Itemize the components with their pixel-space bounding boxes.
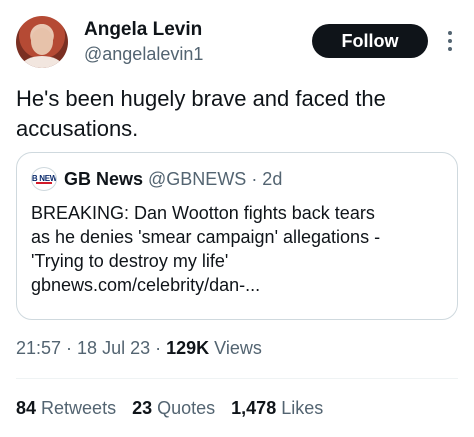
avatar[interactable] <box>16 16 68 68</box>
tweet-date[interactable]: 18 Jul 23 <box>77 338 150 358</box>
quoted-text-line: as he denies 'smear campaign' allegation… <box>31 227 381 247</box>
separator: · <box>61 338 78 358</box>
quoted-tweet-header: GB NEWS GB News @GBNEWS · 2d <box>31 167 282 191</box>
quoted-link[interactable]: gbnews.com/celebrity/dan-... <box>31 273 447 297</box>
tweet-header: Angela Levin @angelalevin1 Follow <box>16 16 458 72</box>
author-display-name[interactable]: Angela Levin <box>84 19 203 41</box>
dot <box>448 39 452 43</box>
more-options-icon[interactable] <box>442 28 458 54</box>
avatar-shoulders <box>22 56 62 68</box>
quotes-stat[interactable]: 23 Quotes <box>132 398 215 419</box>
tweet-text: He's been hugely brave and faced the acc… <box>16 86 386 141</box>
quoted-handle: @GBNEWS <box>148 168 247 189</box>
quotes-count: 23 <box>132 398 153 418</box>
follow-button[interactable]: Follow <box>312 24 428 58</box>
tweet-time[interactable]: 21:57 <box>16 338 61 358</box>
avatar-face <box>31 28 53 55</box>
retweets-stat[interactable]: 84 Retweets <box>16 398 116 419</box>
author-names: Angela Levin @angelalevin1 <box>84 19 203 66</box>
tweet-meta: 21:57 · 18 Jul 23 · 129K Views <box>16 338 262 359</box>
tweet-stats: 84 Retweets 23 Quotes 1,478 Likes <box>16 398 339 419</box>
quoted-tweet[interactable]: GB NEWS GB News @GBNEWS · 2d BREAKING: D… <box>16 152 458 320</box>
divider <box>16 378 458 379</box>
quoted-display-name: GB News <box>64 168 144 189</box>
dot <box>448 47 452 51</box>
likes-count: 1,478 <box>231 398 277 418</box>
likes-label: Likes <box>276 398 324 418</box>
quoted-time: · 2d <box>251 168 283 189</box>
author-handle[interactable]: @angelalevin1 <box>84 42 203 66</box>
quoted-tweet-text: BREAKING: Dan Wootton fights back tears … <box>31 201 447 297</box>
views-count: 129K <box>166 338 210 358</box>
quotes-label: Quotes <box>152 398 216 418</box>
likes-stat[interactable]: 1,478 Likes <box>231 398 323 419</box>
separator: · <box>150 338 167 358</box>
quoted-text-line: BREAKING: Dan Wootton fights back tears <box>31 203 375 223</box>
gb-news-logo-icon: GB NEWS <box>31 167 57 191</box>
retweets-label: Retweets <box>36 398 117 418</box>
retweets-count: 84 <box>16 398 37 418</box>
dot <box>448 31 452 35</box>
views-label: Views <box>209 338 262 358</box>
quoted-text-line: 'Trying to destroy my life' <box>31 251 229 271</box>
